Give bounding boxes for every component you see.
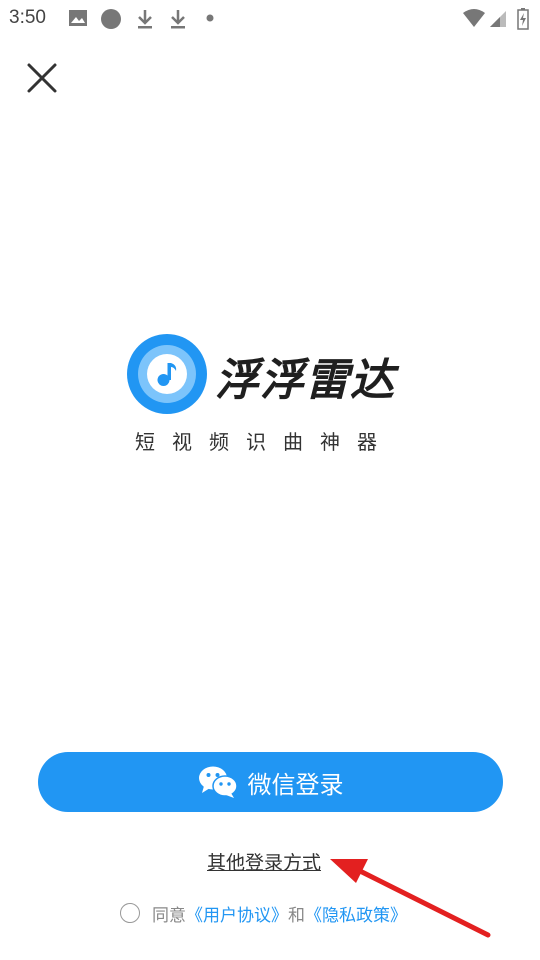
dot-icon (206, 14, 214, 22)
close-button[interactable] (24, 60, 60, 96)
circle-icon (101, 9, 121, 29)
wechat-icon (198, 766, 238, 798)
app-name: 浮浮雷达 (215, 355, 395, 406)
other-login-link[interactable]: 其他登录方式 (207, 848, 321, 875)
app-tagline: 短视频识曲神器 (135, 430, 394, 454)
app-logo (127, 334, 207, 414)
status-bar: 3:50 (0, 0, 540, 36)
wechat-login-label: 微信登录 (247, 770, 344, 799)
download-icon (171, 10, 185, 29)
and-text: 和 (288, 905, 305, 926)
agree-radio[interactable] (120, 903, 140, 923)
signal-icon (490, 11, 506, 27)
user-agreement-link[interactable]: 《用户协议》 (186, 901, 288, 926)
annotation-arrow-icon (330, 859, 491, 938)
wifi-icon (463, 9, 485, 27)
battery-icon (517, 8, 529, 30)
agree-text: 同意 (152, 905, 186, 926)
wechat-login-button[interactable]: 微信登录 (38, 752, 503, 812)
image-icon (69, 10, 87, 26)
status-time: 3:50 (9, 7, 46, 28)
download-icon (138, 10, 152, 29)
close-icon (27, 63, 57, 93)
